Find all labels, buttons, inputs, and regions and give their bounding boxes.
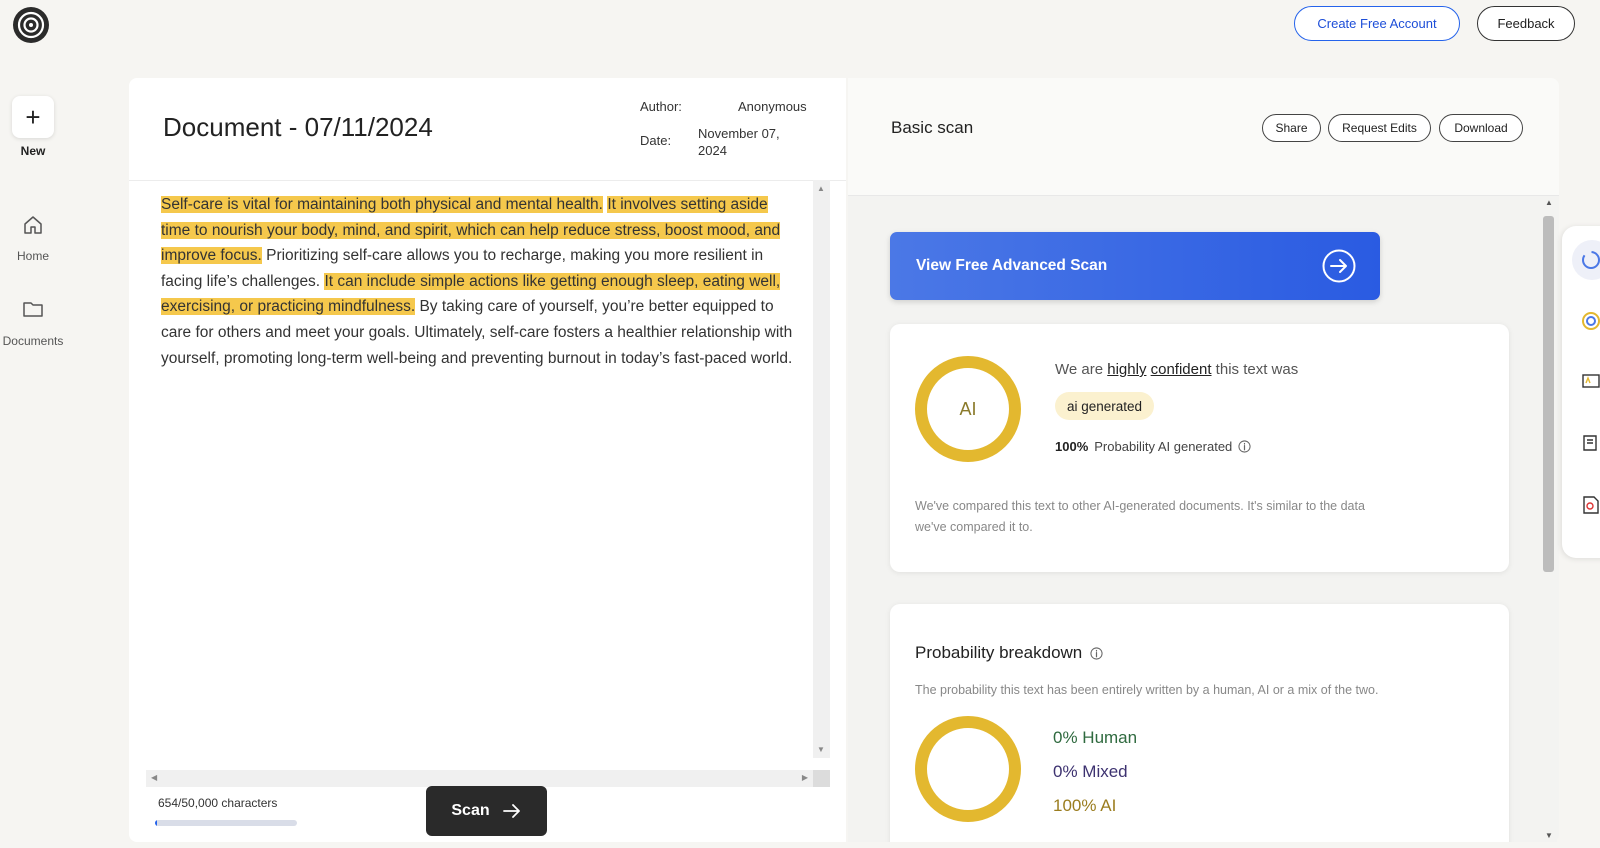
character-progress-bar [155, 820, 297, 826]
scan-tool-icon[interactable] [1580, 249, 1600, 271]
breakdown-subtitle: The probability this text has been entir… [915, 683, 1379, 697]
date-label: Date: [640, 133, 672, 148]
scroll-down-icon[interactable]: ▼ [817, 745, 825, 754]
results-title: Basic scan [891, 118, 974, 137]
scroll-up-icon[interactable]: ▲ [817, 184, 825, 193]
scrollbar-thumb[interactable] [1543, 216, 1554, 572]
grammar-tool-icon[interactable] [1580, 370, 1600, 392]
create-free-account-button[interactable]: Create Free Account [1294, 6, 1460, 41]
probability-line: 100% Probability AI generated [1055, 439, 1251, 454]
document-text-editor[interactable]: Self-care is vital for maintaining both … [161, 192, 801, 371]
results-panel: Basic scan Share Request Edits Download … [848, 78, 1559, 842]
scan-label: Scan [451, 802, 490, 819]
confidence-suffix: this text was [1211, 361, 1299, 378]
view-advanced-scan-button[interactable]: View Free Advanced Scan [890, 232, 1380, 300]
tool-rail [1562, 226, 1600, 558]
ai-ring-label: AI [959, 398, 977, 419]
scroll-left-icon[interactable]: ◀ [151, 773, 157, 782]
scroll-right-icon[interactable]: ▶ [802, 773, 808, 782]
breakdown-title-text: Probability breakdown [915, 643, 1083, 662]
breakdown-donut [915, 716, 1021, 822]
advanced-scan-label: View Free Advanced Scan [916, 257, 1108, 274]
probability-text: Probability AI generated [1094, 439, 1233, 454]
breakdown-title: Probability breakdown [915, 643, 1103, 663]
ai-generated-badge: ai generated [1055, 392, 1155, 420]
app-logo-icon[interactable] [12, 6, 50, 44]
highly-link[interactable]: highly [1107, 361, 1146, 378]
share-button[interactable]: Share [1262, 114, 1321, 142]
info-icon[interactable] [1090, 646, 1103, 660]
probability-value: 100% [1055, 439, 1089, 454]
plagiarism-tool-icon[interactable] [1580, 310, 1600, 332]
document-vertical-scrollbar[interactable]: ▲ ▼ [813, 180, 830, 758]
folder-icon[interactable] [21, 297, 45, 321]
scan-button[interactable]: Scan [426, 786, 547, 836]
arrow-circle-right-icon [1322, 249, 1356, 283]
character-progress-fill [155, 820, 157, 826]
scrollbar-corner [813, 770, 830, 787]
date-value: November 07, 2024 [698, 126, 780, 158]
new-label: New [20, 144, 46, 158]
scroll-down-icon[interactable]: ▼ [1545, 831, 1553, 840]
sidebar-item-home[interactable]: Home [0, 249, 68, 263]
edit-tool-icon[interactable] [1580, 432, 1600, 454]
highlighted-sentence: Self-care is vital for maintaining both … [161, 196, 603, 213]
new-document-button[interactable]: + [12, 96, 54, 138]
confidence-prefix: We are [1055, 361, 1108, 378]
results-scrollbar[interactable]: ▲ ▼ [1541, 196, 1557, 842]
download-button[interactable]: Download [1439, 114, 1523, 142]
confidence-statement: We are highly confident this text was [1055, 361, 1298, 378]
info-icon[interactable] [1238, 440, 1251, 453]
plus-icon: + [25, 102, 41, 132]
scroll-up-icon[interactable]: ▲ [1545, 198, 1553, 207]
author-value: Anonymous [738, 99, 807, 114]
ai-score-ring: AI [915, 356, 1021, 462]
human-percentage: 0% Human [1053, 728, 1138, 747]
probability-breakdown-card: Probability breakdown The probability th… [890, 604, 1509, 842]
sidebar-item-documents[interactable]: Documents [0, 334, 68, 348]
request-edits-button[interactable]: Request Edits [1328, 114, 1431, 142]
divider [129, 180, 846, 181]
author-label: Author: [640, 99, 682, 114]
confident-link[interactable]: confident [1151, 361, 1212, 378]
comparison-note: We've compared this text to other AI-gen… [915, 499, 1365, 534]
character-count: 654/50,000 characters [158, 796, 278, 810]
feedback-button[interactable]: Feedback [1477, 6, 1575, 41]
mixed-percentage: 0% Mixed [1053, 762, 1128, 781]
arrow-right-icon [502, 804, 520, 818]
home-icon[interactable] [21, 213, 45, 237]
document-panel: Document - 07/11/2024 Author: Anonymous … [129, 78, 846, 842]
confidence-card: AI We are highly confident this text was… [890, 324, 1509, 572]
search-doc-tool-icon[interactable] [1580, 494, 1600, 516]
document-horizontal-scrollbar[interactable]: ◀ ▶ [146, 770, 813, 787]
document-title[interactable]: Document - 07/11/2024 [163, 112, 433, 143]
results-header: Basic scan Share Request Edits Download [848, 78, 1559, 196]
ai-percentage: 100% AI [1053, 796, 1117, 815]
